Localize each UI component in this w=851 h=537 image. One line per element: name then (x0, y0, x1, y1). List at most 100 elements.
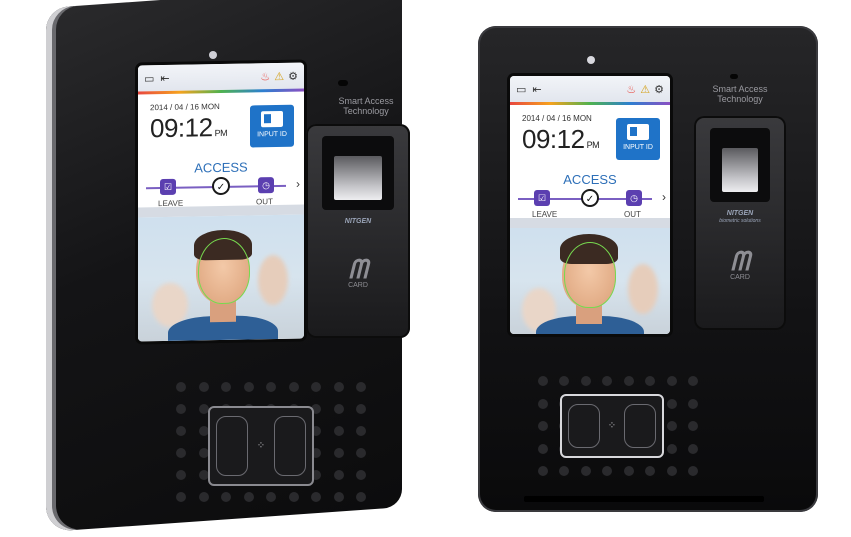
card-logo: ᗰ CARD (694, 246, 786, 281)
led-dot (176, 492, 186, 502)
fingerprint-sensor[interactable]: NITGEN biometric solutions ᗰ CARD (694, 116, 786, 330)
led-dot (243, 382, 254, 392)
date-text: 2014 / 04 / 16 MON (522, 114, 592, 123)
led-dot (645, 466, 656, 476)
logout-icon[interactable]: ⇤ (532, 83, 541, 96)
access-terminal-angled: ▭ ⇤ ♨ ⚠ ⚙ 2014 / 04 / 16 MON 09:12 PM INP… (46, 0, 410, 532)
monitor-icon[interactable]: ▭ (144, 72, 154, 85)
gear-icon[interactable]: ⚙ (288, 69, 298, 82)
checkmark-icon[interactable]: ✓ (581, 189, 599, 207)
led-dot (176, 470, 186, 480)
card-m-icon: ᗰ (348, 254, 368, 284)
input-id-label: INPUT ID (623, 144, 653, 151)
led-dot (198, 382, 209, 392)
led-dot (559, 376, 570, 386)
led-dot (333, 470, 344, 480)
led-dot (688, 376, 698, 386)
ampm-text: PM (214, 127, 228, 139)
led-dot (333, 492, 344, 502)
led-dot (311, 492, 321, 502)
led-dot (176, 404, 186, 414)
camera-preview (138, 214, 304, 342)
gear-icon[interactable]: ⚙ (654, 83, 664, 96)
led-dot (198, 426, 209, 436)
warning-icon: ⚠ (640, 83, 651, 96)
divider-band (510, 218, 670, 228)
card-slot (524, 496, 764, 502)
screen-topbar: ▭ ⇤ ♨ ⚠ ⚙ (510, 76, 670, 102)
leave-mode-button[interactable]: ☑ (534, 190, 550, 206)
led-dot (311, 382, 321, 392)
led-dot (356, 470, 366, 480)
led-dot (356, 448, 366, 458)
terminal-screen: ▭ ⇤ ♨ ⚠ ⚙ 2014 / 04 / 16 MON 09:12 PM INP… (510, 76, 670, 334)
led-dot (356, 404, 366, 414)
sensor-brand-name: NITGEN (726, 210, 754, 217)
out-mode-button[interactable]: ◷ (626, 190, 642, 206)
led-dot (559, 466, 570, 476)
keypad-icon: ⁘ (607, 420, 617, 432)
input-id-button[interactable]: INPUT ID (616, 118, 660, 160)
checkmark-icon[interactable]: ✓ (212, 176, 230, 196)
led-dot (688, 421, 698, 431)
fire-icon: ♨ (260, 70, 271, 83)
led-dot (538, 398, 548, 409)
access-terminal-front: ▭ ⇤ ♨ ⚠ ⚙ 2014 / 04 / 16 MON 09:12 PM INP… (478, 26, 818, 512)
ampm-text: PM (586, 140, 600, 150)
led-dot (198, 404, 209, 414)
chevron-right-icon[interactable]: › (662, 190, 666, 204)
led-dot (602, 376, 613, 386)
fingerprint-prism[interactable] (722, 148, 758, 192)
fingerprint-prism[interactable] (334, 156, 382, 200)
led-dot (623, 466, 634, 476)
led-dot (198, 448, 209, 458)
led-dot (602, 466, 613, 476)
led-dot (580, 466, 591, 476)
input-id-button[interactable]: INPUT ID (250, 104, 294, 148)
chevron-right-icon[interactable]: › (296, 177, 300, 191)
card-m-icon: ᗰ (730, 246, 750, 276)
face-detection-contour (564, 242, 616, 308)
sensor-brand-sub: biometric solutions (719, 218, 761, 224)
led-dot (688, 443, 698, 454)
camera-lens (587, 56, 595, 64)
fingerprint-sensor[interactable]: NITGEN ᗰ CARD (306, 124, 410, 338)
sensor-brand: NITGEN (344, 218, 372, 225)
led-dot (333, 448, 344, 458)
led-dot (623, 376, 634, 386)
led-dot (221, 382, 231, 392)
mode-selector: ☑ ✓ ◷ › (510, 188, 670, 210)
led-dot (538, 376, 548, 386)
led-dot (538, 466, 548, 476)
date-text: 2014 / 04 / 16 MON (150, 102, 220, 113)
led-dot (333, 426, 344, 436)
logout-icon[interactable]: ⇤ (160, 71, 169, 84)
led-dot (176, 448, 186, 458)
led-dot (688, 466, 698, 476)
led-dot (666, 376, 677, 386)
time-text: 09:12 (150, 112, 213, 144)
sensor-brand: NITGEN biometric solutions (694, 210, 786, 224)
terminal-screen: ▭ ⇤ ♨ ⚠ ⚙ 2014 / 04 / 16 MON 09:12 PM INP… (138, 62, 304, 342)
leave-mode-button[interactable]: ☑ (160, 178, 176, 196)
card-reader[interactable]: ⁘ (208, 406, 314, 486)
brand-line-2: Technology (717, 94, 763, 104)
face-detection-contour (198, 237, 250, 305)
access-mode-title: ACCESS (194, 159, 248, 176)
led-dot (666, 443, 677, 454)
keypad-icon: ⁘ (256, 440, 266, 452)
fire-icon: ♨ (626, 83, 637, 96)
led-dot (356, 492, 366, 502)
id-card-icon (261, 110, 283, 128)
led-dot (580, 376, 591, 386)
led-dot (538, 443, 548, 454)
camera-lens (209, 51, 217, 59)
led-dot (198, 470, 209, 480)
card-label: CARD (348, 282, 368, 289)
ir-sensor (338, 80, 348, 86)
monitor-icon[interactable]: ▭ (516, 83, 526, 96)
card-reader[interactable]: ⁘ (560, 394, 664, 458)
led-dot (221, 492, 231, 502)
time-text: 09:12 (522, 124, 585, 154)
out-mode-button[interactable]: ◷ (258, 177, 274, 194)
